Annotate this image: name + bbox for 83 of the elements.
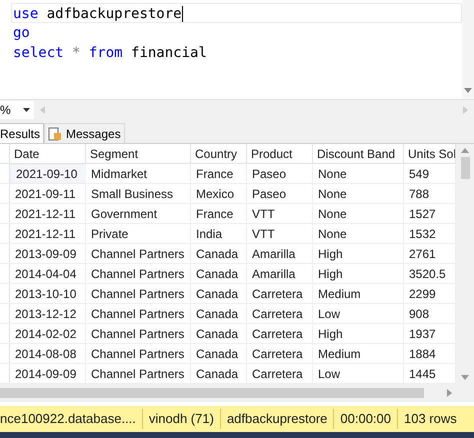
status-text: 00:00:00 (333, 409, 397, 429)
document-icon (48, 126, 62, 140)
table-cell: 2013-12-12 (10, 304, 86, 323)
column-header[interactable]: Country (191, 144, 247, 163)
table-cell: Canada (191, 364, 247, 383)
table-cell: 2021-12-11 (10, 224, 86, 243)
table-cell: None (313, 184, 404, 203)
table-cell: Carretera (247, 344, 313, 363)
right-arrow-icon (463, 106, 468, 114)
table-cell: Channel Partners (86, 344, 191, 363)
code-line: select * from financial (12, 44, 208, 63)
table-cell: Low (313, 304, 404, 323)
table-cell: Canada (191, 304, 247, 323)
table-cell: Private (86, 224, 191, 243)
down-arrow-icon (461, 375, 469, 380)
table-cell: Canada (191, 244, 247, 263)
right-arrow-icon (446, 389, 452, 397)
table-cell: VTT (247, 224, 313, 243)
table-cell: Canada (191, 344, 247, 363)
table-cell: 2014-09-09 (10, 364, 86, 383)
table-cell: 2013-09-09 (10, 244, 86, 263)
column-header[interactable]: Date (10, 144, 86, 163)
table-cell: None (313, 164, 404, 183)
editor[interactable]: use adfbackuprestore go select * from financial (0, 0, 474, 100)
table-cell: 2021-12-11 (10, 204, 86, 223)
table-cell: Canada (191, 284, 247, 303)
code-line: go (12, 24, 31, 43)
table-cell: Small Business (86, 184, 191, 203)
table-cell: Medium (313, 284, 404, 303)
table-cell: Channel Partners (86, 324, 191, 343)
column-header[interactable]: Product (247, 144, 313, 163)
table-cell: Channel Partners (86, 244, 191, 263)
table-cell: None (313, 224, 404, 243)
table-cell: 2014-08-08 (10, 344, 86, 363)
table-cell: High (313, 244, 404, 263)
column-header[interactable]: Discount Band (313, 144, 404, 163)
table-cell: Channel Partners (86, 364, 191, 383)
vertical-scrollbar[interactable] (456, 144, 474, 384)
column-header[interactable]: Segment (86, 144, 191, 163)
table-cell: Medium (313, 344, 404, 363)
table-cell: High (313, 264, 404, 283)
down-arrow-icon[interactable] (464, 88, 472, 93)
table-cell: High (313, 324, 404, 343)
table-cell: Low (313, 364, 404, 383)
horizontal-scrollbar[interactable] (0, 384, 474, 402)
table-cell: Carretera (247, 304, 313, 323)
table-cell: France (191, 164, 247, 183)
result-tab[interactable]: Messages (44, 123, 125, 143)
table-cell: Amarilla (247, 244, 313, 263)
table-cell: Carretera (247, 284, 313, 303)
status-text: 103 rows (397, 409, 463, 429)
table-cell: Channel Partners (86, 284, 191, 303)
left-arrow-icon (40, 106, 45, 114)
table-cell: Government (86, 204, 191, 223)
table-cell: India (191, 224, 247, 243)
table-cell: Channel Partners (86, 264, 191, 283)
table-cell: Canada (191, 324, 247, 343)
table-cell: Mexico (191, 184, 247, 203)
table-cell: Paseo (247, 164, 313, 183)
status-text: vinodh (71) (142, 409, 220, 429)
table-cell: 2021-09-10 (10, 164, 86, 183)
table-cell: 2021-09-11 (10, 184, 86, 203)
table-cell: VTT (247, 204, 313, 223)
table-cell: Channel Partners (86, 304, 191, 323)
table-cell: France (191, 204, 247, 223)
table-cell: Canada (191, 264, 247, 283)
table-cell: Paseo (247, 184, 313, 203)
zoom-dropdown[interactable]: % (0, 101, 34, 119)
status-text: nce100922.database.... (0, 410, 137, 428)
table-cell: Carretera (247, 324, 313, 343)
table-cell: 2014-02-02 (10, 324, 86, 343)
status-text: adfbackuprestore (220, 409, 334, 429)
table-cell: Midmarket (86, 164, 191, 183)
caret-icon (23, 108, 30, 112)
table-cell: Amarilla (247, 264, 313, 283)
table-cell: None (313, 204, 404, 223)
result-tab[interactable]: Results (0, 123, 44, 143)
table-cell: 2014-04-04 (10, 264, 86, 283)
scroll-thumb (460, 157, 470, 179)
text-cursor (182, 6, 183, 22)
table-cell: 2013-10-10 (10, 284, 86, 303)
up-arrow-icon (461, 148, 469, 153)
table-cell: Carretera (247, 364, 313, 383)
